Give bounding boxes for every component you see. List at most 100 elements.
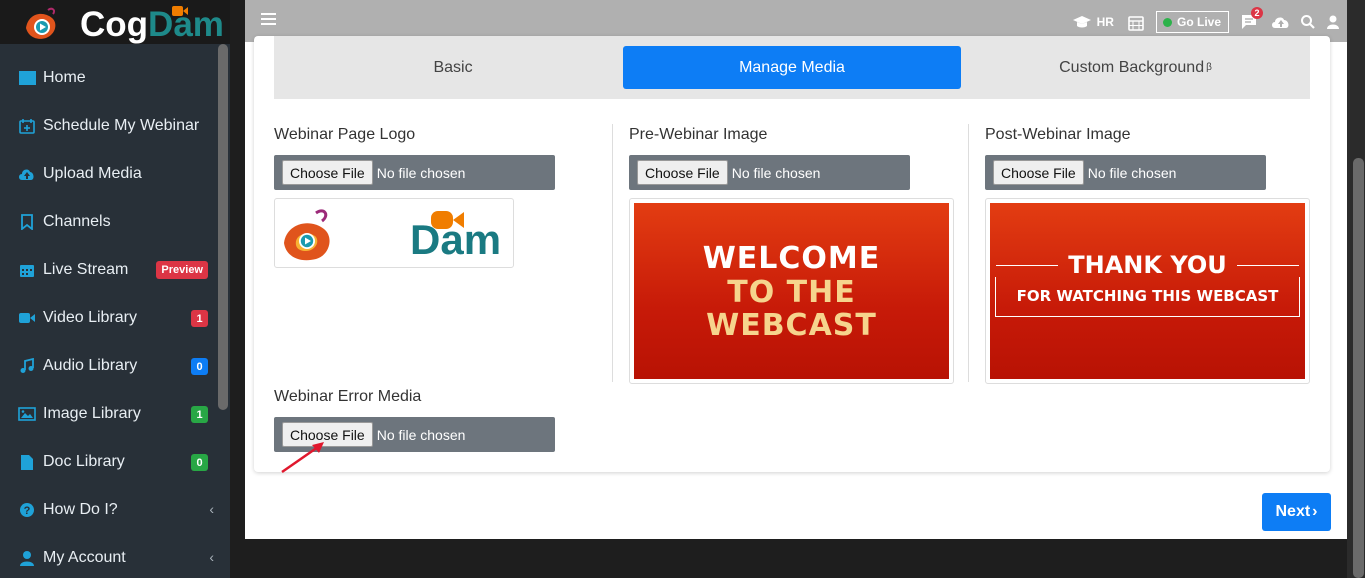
svg-text:?: ? [24,505,31,517]
sidebar-item-label: My Account [43,549,126,566]
sidebar-item-channels[interactable]: Channels [0,198,230,246]
go-live-label: Go Live [1176,15,1221,29]
welcome-poster: WELCOME TO THE WEBCAST [634,203,949,379]
sidebar-item-schedule-my-webinar[interactable]: Schedule My Webinar [0,102,230,150]
cloud-upload-icon[interactable] [1271,15,1291,29]
sidebar-item-label: Schedule My Webinar [43,117,200,134]
file-status: No file chosen [376,164,466,181]
logo-label: Webinar Page Logo [274,126,416,143]
choose-file-button[interactable]: Choose File [993,160,1084,185]
video-camera-icon [18,309,36,327]
hr-label[interactable]: HR [1097,15,1114,29]
user-icon[interactable] [1327,15,1339,29]
sidebar-nav: Home Schedule My Webinar Upload Media Ch… [0,54,230,578]
sidebar-scrollbar[interactable] [218,44,228,410]
page-scrollbar[interactable] [1347,0,1365,578]
logo-camera-icon [172,6,188,16]
sidebar-item-my-account[interactable]: My Account ‹ [0,534,230,578]
post-webinar-preview: THANK YOU FOR WATCHING THIS WEBCAST [985,198,1310,384]
file-status: No file chosen [731,164,821,181]
chat-icon[interactable]: 2 [1241,7,1263,30]
preview-badge: Preview [156,261,208,279]
chevron-left-icon: ‹ [209,501,214,517]
choose-file-button[interactable]: Choose File [637,160,728,185]
logo-icon [26,7,56,39]
column-divider [612,124,613,382]
tab-manage-media[interactable]: Manage Media [623,46,961,89]
home-icon [18,69,36,87]
media-card: Basic Manage Media Custom Background β We… [254,36,1330,472]
tab-label: Custom Background [1059,58,1205,76]
tab-basic[interactable]: Basic [274,46,632,89]
chevron-left-icon: ‹ [209,549,214,565]
sidebar-item-home[interactable]: Home [0,54,230,102]
sidebar-item-label: Image Library [43,405,141,422]
app-logo[interactable]: CogDam [22,4,224,44]
sidebar-item-doc-library[interactable]: Doc Library 0 [0,438,230,486]
calendar-plus-icon [18,117,36,135]
error-media-label: Webinar Error Media [274,388,422,405]
file-status: No file chosen [1087,164,1177,181]
poster-line-webcast: WEBCAST [706,307,877,343]
tab-label: Manage Media [739,58,845,76]
post-webinar-label: Post-Webinar Image [985,126,1131,143]
count-badge: 1 [191,310,208,327]
cloud-upload-icon [18,165,36,183]
count-badge: 0 [191,358,208,375]
logo-preview: Dam [274,198,514,268]
pre-webinar-preview: WELCOME TO THE WEBCAST [629,198,954,384]
poster-line-to-the: TO THE [727,274,856,310]
sidebar-item-upload-media[interactable]: Upload Media [0,150,230,198]
main-panel: Basic Manage Media Custom Background β We… [245,36,1347,539]
next-label: Next [1275,503,1311,520]
logo-bar: CogDam [0,0,230,44]
calendar-icon[interactable] [1128,14,1144,31]
bookmark-icon [18,213,36,231]
sidebar-item-how-do-i[interactable]: ? How Do I? ‹ [0,486,230,534]
topbar-actions: HR Go Live 2 [1072,7,1339,34]
annotation-arrow-icon [281,442,324,474]
sidebar-item-video-library[interactable]: Video Library 1 [0,294,230,342]
poster-title: THANK YOU [1068,251,1227,279]
sidebar-item-label: Doc Library [43,453,125,470]
logo-preview-camera-icon [431,211,464,229]
sidebar-item-label: Home [43,69,86,86]
sidebar-item-label: Video Library [43,309,137,326]
sidebar-item-label: Audio Library [43,357,138,374]
poster-line-welcome: WELCOME [702,240,881,276]
next-button[interactable]: Next › [1262,493,1331,531]
search-icon[interactable] [1301,15,1315,29]
logo-file-input[interactable]: Choose File No file chosen [274,155,555,190]
file-status: No file chosen [376,426,466,443]
document-icon [18,453,36,471]
pre-webinar-file-input[interactable]: Choose File No file chosen [629,155,910,190]
sidebar-item-label: How Do I? [43,501,118,518]
calendar-grid-icon [18,261,36,279]
tab-custom-background[interactable]: Custom Background β [961,46,1310,89]
sidebar-item-audio-library[interactable]: Audio Library 0 [0,342,230,390]
poster-subtitle: FOR WATCHING THIS WEBCAST [1016,286,1279,305]
thank-you-title-row: THANK YOU [996,251,1300,279]
count-badge: 1 [191,406,208,423]
graduation-cap-icon[interactable] [1072,15,1092,29]
column-divider [968,124,969,382]
choose-file-button[interactable]: Choose File [282,160,373,185]
sidebar-item-label: Channels [43,213,111,230]
thank-you-poster: THANK YOU FOR WATCHING THIS WEBCAST [990,203,1305,379]
post-webinar-file-input[interactable]: Choose File No file chosen [985,155,1266,190]
thank-you-frame: THANK YOU FOR WATCHING THIS WEBCAST [995,251,1300,317]
live-status-dot [1162,17,1172,27]
sidebar-item-label: Upload Media [43,165,142,182]
scrollbar-thumb[interactable] [1353,158,1364,578]
user-icon [18,549,36,567]
sidebar-item-label: Live Stream [43,261,129,278]
hamburger-menu-icon[interactable] [261,13,276,26]
count-badge: 0 [191,454,208,471]
sidebar-item-live-stream[interactable]: Live Stream Preview [0,246,230,294]
sidebar: CogDam Home Schedule My Webinar Upload M… [0,0,230,578]
notification-count: 2 [1251,7,1263,19]
go-live-button[interactable]: Go Live [1155,11,1229,33]
logo-preview-icon [284,209,330,261]
tab-bar: Basic Manage Media Custom Background β [274,36,1310,99]
sidebar-item-image-library[interactable]: Image Library 1 [0,390,230,438]
